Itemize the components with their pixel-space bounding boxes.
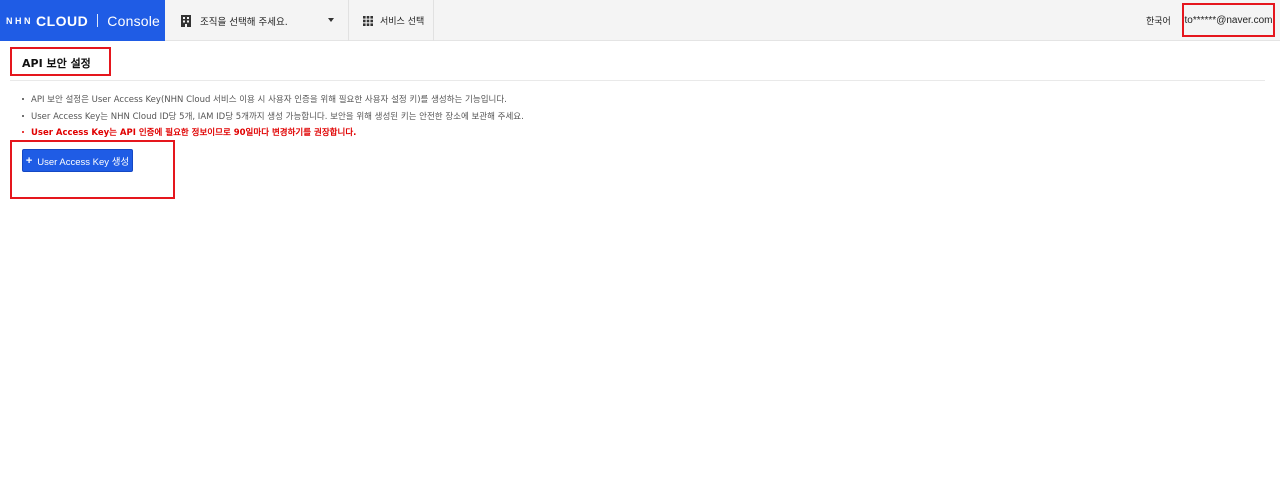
top-bar: NHN CLOUD Console 조직을 선택해 주세요. 서비스 선택 한국… <box>0 0 1280 41</box>
organization-select[interactable]: 조직을 선택해 주세요. <box>165 0 349 41</box>
grid-icon <box>363 15 373 26</box>
info-note: User Access Key는 NHN Cloud ID당 5개, IAM I… <box>20 112 524 129</box>
create-user-access-key-button[interactable]: + User Access Key 생성 <box>22 149 133 172</box>
page-title: API 보안 설정 <box>22 57 91 70</box>
logo-separator <box>97 14 99 27</box>
title-divider <box>10 80 1265 81</box>
building-icon <box>181 14 191 27</box>
user-account-menu[interactable]: to******@naver.com <box>1182 3 1275 37</box>
service-select[interactable]: 서비스 선택 <box>349 0 434 41</box>
language-selector[interactable]: 한국어 <box>1146 0 1171 41</box>
service-select-label: 서비스 선택 <box>380 17 425 27</box>
logo-cloud-text: CLOUD <box>36 12 89 29</box>
plus-icon: + <box>25 154 33 167</box>
nhn-cloud-console-logo[interactable]: NHN CLOUD Console <box>0 0 165 41</box>
info-note: API 보안 설정은 User Access Key(NHN Cloud 서비스… <box>20 95 524 112</box>
info-notes-list: API 보안 설정은 User Access Key(NHN Cloud 서비스… <box>20 95 524 145</box>
organization-select-label: 조직을 선택해 주세요. <box>200 16 288 28</box>
chevron-down-icon <box>328 18 334 22</box>
logo-console-text: Console <box>107 12 161 29</box>
create-button-label: User Access Key 생성 <box>37 156 130 168</box>
logo-nhn-text: NHN <box>6 15 33 26</box>
